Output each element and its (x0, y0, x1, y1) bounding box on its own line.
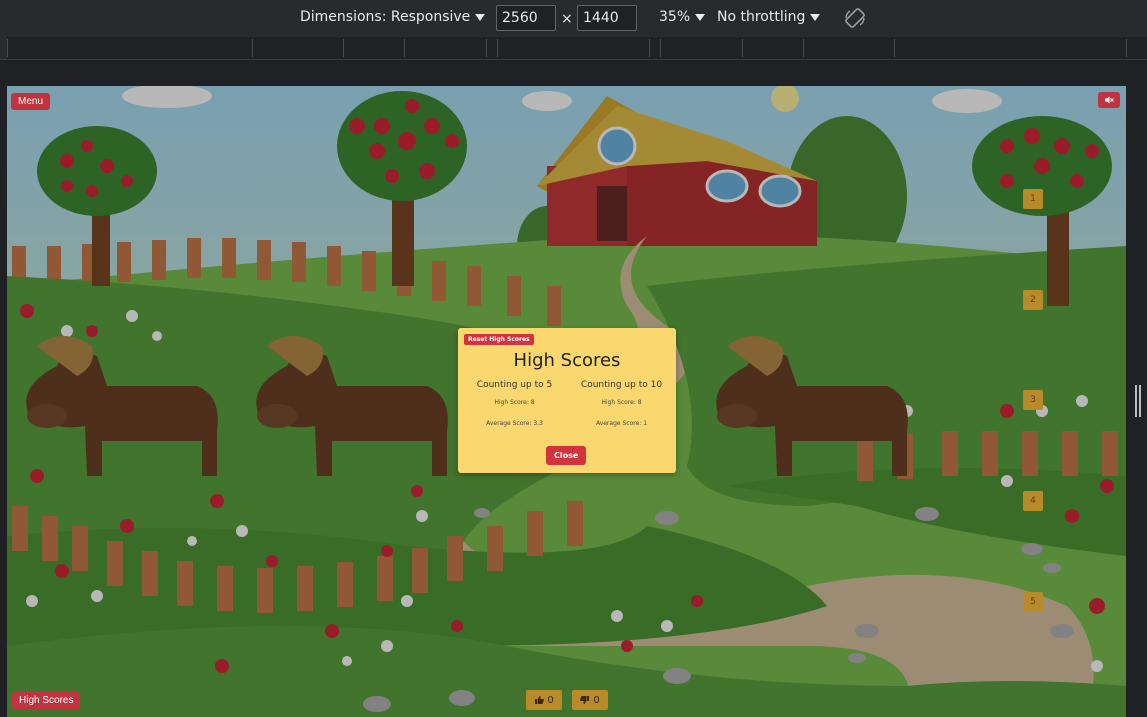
throttling-label: No throttling (717, 9, 806, 25)
thumbs-down-count: 0 (593, 694, 600, 706)
rotate-icon[interactable] (843, 6, 867, 30)
number-tile-4[interactable]: 4 (1023, 491, 1043, 511)
number-tile-1[interactable]: 1 (1023, 189, 1043, 209)
number-tile-3[interactable]: 3 (1023, 390, 1043, 410)
number-tile-5[interactable]: 5 (1023, 592, 1043, 612)
high-score-value: High Score: 8 (601, 399, 642, 406)
thumbs-up-button[interactable]: 0 (526, 690, 562, 710)
high-scores-button[interactable]: High Scores (12, 692, 81, 709)
chevron-down-icon (810, 13, 821, 21)
high-score-value: High Score: 8 (494, 399, 535, 406)
column-heading: Counting up to 5 (476, 380, 553, 390)
thumbs-up-count: 0 (547, 694, 554, 706)
menu-button[interactable]: Menu (11, 93, 51, 110)
zoom-dropdown[interactable]: 35% (659, 9, 706, 25)
devtools-toolbar: Dimensions: Responsive 2560 × 1440 35% N… (0, 0, 1147, 38)
width-input[interactable]: 2560 (496, 5, 556, 31)
chevron-down-icon (695, 13, 706, 21)
zoom-label: 35% (659, 9, 691, 25)
media-query-ruler (0, 37, 1147, 60)
reset-high-scores-button[interactable]: Reset High Scores (464, 334, 534, 345)
mute-button[interactable] (1098, 92, 1120, 108)
number-tile-2[interactable]: 2 (1023, 290, 1043, 310)
dimensions-dropdown[interactable]: Dimensions: Responsive (300, 9, 486, 25)
speaker-mute-icon (1105, 96, 1114, 104)
modal-title: High Scores (513, 350, 621, 371)
score-column-5: Counting up to 5 High Score: 8 Average S… (462, 380, 567, 427)
thumbs-down-button[interactable]: 0 (572, 690, 608, 710)
score-column-10: Counting up to 10 High Score: 8 Average … (569, 380, 674, 427)
thumbs-down-icon (580, 696, 590, 704)
average-score-value: Average Score: 3.3 (486, 420, 543, 427)
close-button[interactable]: Close (546, 446, 587, 465)
column-heading: Counting up to 10 (580, 380, 663, 390)
game-viewport: Menu 1 2 3 4 5 High Scores 0 0 Reset Hig… (7, 86, 1126, 717)
chevron-down-icon (475, 13, 486, 21)
times-sign: × (561, 11, 573, 27)
throttling-dropdown[interactable]: No throttling (717, 9, 821, 25)
dimensions-label: Dimensions: Responsive (300, 9, 471, 25)
resize-handle[interactable] (1135, 385, 1141, 417)
thumbs-up-icon (535, 696, 545, 704)
height-input[interactable]: 1440 (577, 5, 637, 31)
high-scores-modal: Reset High Scores High Scores Counting u… (458, 328, 676, 473)
average-score-value: Average Score: 1 (595, 420, 648, 427)
